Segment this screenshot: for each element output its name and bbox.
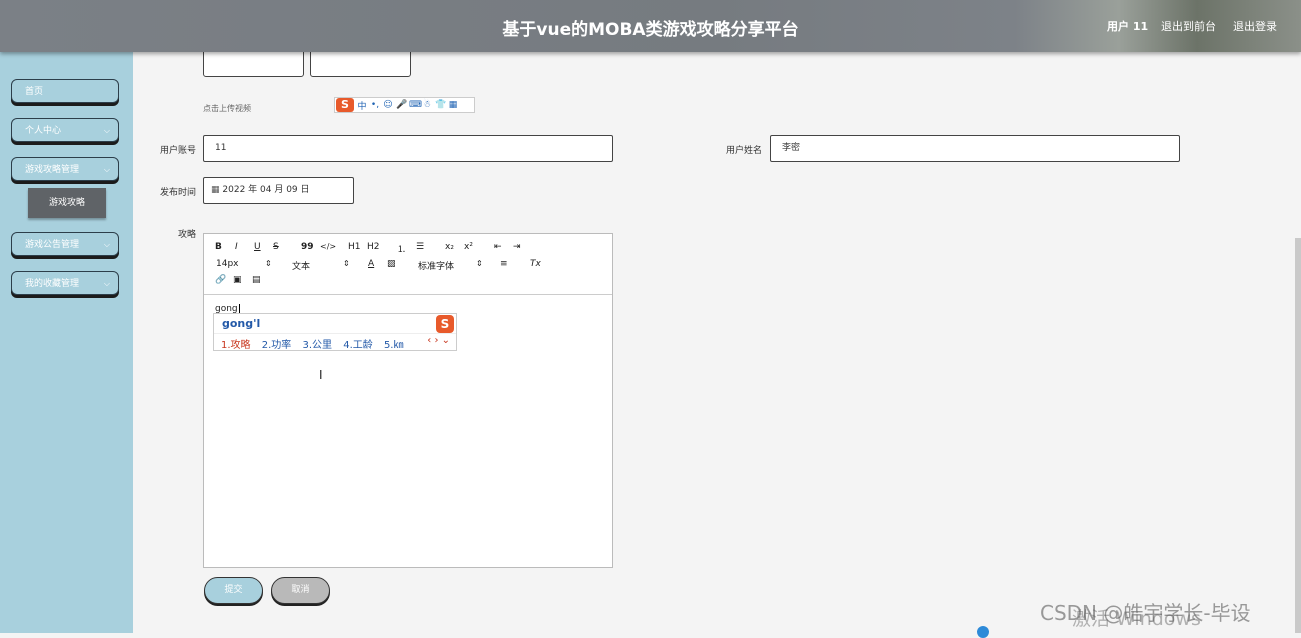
ime-candidate[interactable]: 1.攻略 xyxy=(221,340,251,351)
text-color-button[interactable]: A xyxy=(368,259,374,269)
sidebar-item-favorites-management[interactable]: 我的收藏管理 ⌵ xyxy=(11,271,119,295)
chevron-down-icon: ⌵ xyxy=(103,126,110,135)
ime-candidates: 1.攻略 2.功率 3.公里 4.工龄 5.㎞ xyxy=(221,336,411,351)
sidebar-item-guide-management[interactable]: 游戏攻略管理 ⌵ xyxy=(11,157,119,181)
underline-button[interactable]: U xyxy=(254,242,261,252)
ime-skin-icon[interactable]: 👕 xyxy=(435,100,446,110)
ime-chinese-mode-icon[interactable]: 中 xyxy=(357,99,367,112)
sidebar-item-label: 个人中心 xyxy=(25,126,62,136)
date-label: 发布时间 xyxy=(159,188,196,198)
ime-toolbar[interactable]: S 中 •, ☺ 🎤 ⌨ ☃ 👕 ▦ xyxy=(334,97,475,113)
strike-button[interactable]: S xyxy=(273,242,279,252)
ime-punctuation-icon[interactable]: •, xyxy=(370,100,380,110)
sidebar-item-notice-management[interactable]: 游戏公告管理 ⌵ xyxy=(11,232,119,256)
font-size-arrow-icon: ⇕ xyxy=(265,259,272,268)
ime-candidate[interactable]: 3.公里 xyxy=(302,340,332,351)
outdent-button[interactable]: ⇤ xyxy=(494,242,502,252)
current-user: 用户 11 xyxy=(1107,20,1149,33)
header1-button[interactable]: H1 xyxy=(348,242,361,252)
italic-button[interactable]: I xyxy=(235,242,238,252)
sogou-logo-icon[interactable]: S xyxy=(336,98,354,112)
chevron-down-icon: ⌵ xyxy=(103,279,110,288)
ime-keyboard-icon[interactable]: ⌨ xyxy=(409,100,422,110)
upload-video-tip[interactable]: 点击上传视频 xyxy=(203,103,251,114)
ime-candidate[interactable]: 5.㎞ xyxy=(384,340,404,351)
font-family-arrow-icon: ⇕ xyxy=(476,259,483,268)
sidebar: 首页 个人中心 ⌵ 游戏攻略管理 ⌵ 游戏攻略 游戏公告管理 ⌵ 我的收藏管理 … xyxy=(0,52,133,633)
date-value: 2022 年 04 月 09 日 xyxy=(222,185,310,195)
submit-button[interactable]: 提交 xyxy=(204,577,263,604)
ime-candidate-popup[interactable]: gong'l S 1.攻略 2.功率 3.公里 4.工龄 5.㎞ ‹ › ⌄ xyxy=(213,313,457,351)
chevron-down-icon: ⌵ xyxy=(103,165,110,174)
name-label: 用户姓名 xyxy=(725,146,762,156)
sidebar-item-home[interactable]: 首页 xyxy=(11,79,119,103)
indent-button[interactable]: ⇥ xyxy=(513,242,521,252)
chevron-down-icon: ⌵ xyxy=(103,240,110,249)
sidebar-item-label: 游戏公告管理 xyxy=(25,240,80,250)
subscript-button[interactable]: x₂ xyxy=(445,242,454,252)
ime-divider xyxy=(214,333,456,334)
page-title: 基于vue的MOBA类游戏攻略分享平台 xyxy=(502,20,799,40)
calendar-icon: ▦ xyxy=(211,185,220,195)
header2-button[interactable]: H2 xyxy=(367,242,380,252)
ime-page-nav[interactable]: ‹ › ⌄ xyxy=(427,335,450,346)
rich-text-editor[interactable]: B I U S 99 </> H1 H2 ⒈ ☰ x₂ x² ⇤ ⇥ 14px … xyxy=(203,233,613,568)
image-icon[interactable]: ▣ xyxy=(233,275,242,285)
video-icon[interactable]: ▤ xyxy=(252,275,261,285)
code-block-button[interactable]: </> xyxy=(320,242,336,251)
sidebar-subitem-guide[interactable]: 游戏攻略 xyxy=(28,188,106,218)
editor-toolbar: B I U S 99 </> H1 H2 ⒈ ☰ x₂ x² ⇤ ⇥ 14px … xyxy=(204,234,612,295)
header-arrow-icon: ⇕ xyxy=(343,259,350,268)
page-scrollbar[interactable] xyxy=(1295,238,1301,633)
text-cursor-icon: I xyxy=(319,368,323,382)
align-button[interactable]: ≡ xyxy=(500,259,508,269)
name-field[interactable]: 李密 xyxy=(770,135,1180,162)
superscript-button[interactable]: x² xyxy=(464,242,473,252)
header-select[interactable]: 文本 xyxy=(292,259,310,272)
background-color-button[interactable]: ▨ xyxy=(387,259,396,269)
blockquote-button[interactable]: 99 xyxy=(301,242,314,252)
ime-pinyin: gong'l xyxy=(222,317,261,330)
bold-button[interactable]: B xyxy=(215,242,222,252)
link-icon[interactable]: 🔗 xyxy=(215,275,226,285)
font-family-select[interactable]: 标准字体 xyxy=(418,259,454,272)
account-field[interactable]: 11 xyxy=(203,135,613,162)
font-size-select[interactable]: 14px xyxy=(216,259,239,269)
tray-indicator xyxy=(977,626,989,638)
back-to-front-link[interactable]: 退出到前台 xyxy=(1161,18,1216,34)
bullet-list-button[interactable]: ☰ xyxy=(416,242,424,252)
date-picker[interactable]: ▦ 2022 年 04 月 09 日 xyxy=(203,177,354,204)
ime-tools-icon[interactable]: ▦ xyxy=(448,100,458,110)
sidebar-item-label: 首页 xyxy=(25,87,44,97)
cancel-button[interactable]: 取消 xyxy=(271,577,330,604)
sogou-logo-icon: S xyxy=(436,315,454,333)
logout-link[interactable]: 退出登录 xyxy=(1233,18,1277,34)
sidebar-item-personal-center[interactable]: 个人中心 ⌵ xyxy=(11,118,119,142)
guide-label: 攻略 xyxy=(177,230,196,240)
csdn-watermark: CSDN @皓宇学长-毕设 xyxy=(1040,601,1251,625)
ime-voice-icon[interactable]: 🎤 xyxy=(396,100,407,110)
ordered-list-button[interactable]: ⒈ xyxy=(397,242,406,255)
ime-avatar-icon[interactable]: ☃ xyxy=(422,100,432,110)
sidebar-item-label: 我的收藏管理 xyxy=(25,279,80,289)
top-header: 基于vue的MOBA类游戏攻略分享平台 用户 11 退出到前台 退出登录 xyxy=(0,0,1301,52)
sidebar-item-label: 游戏攻略管理 xyxy=(25,165,80,175)
account-label: 用户账号 xyxy=(159,146,196,156)
ime-candidate[interactable]: 4.工龄 xyxy=(343,340,373,351)
clean-format-button[interactable]: Tx xyxy=(530,259,541,269)
ime-candidate[interactable]: 2.功率 xyxy=(262,340,292,351)
ime-emoji-icon[interactable]: ☺ xyxy=(383,100,393,110)
